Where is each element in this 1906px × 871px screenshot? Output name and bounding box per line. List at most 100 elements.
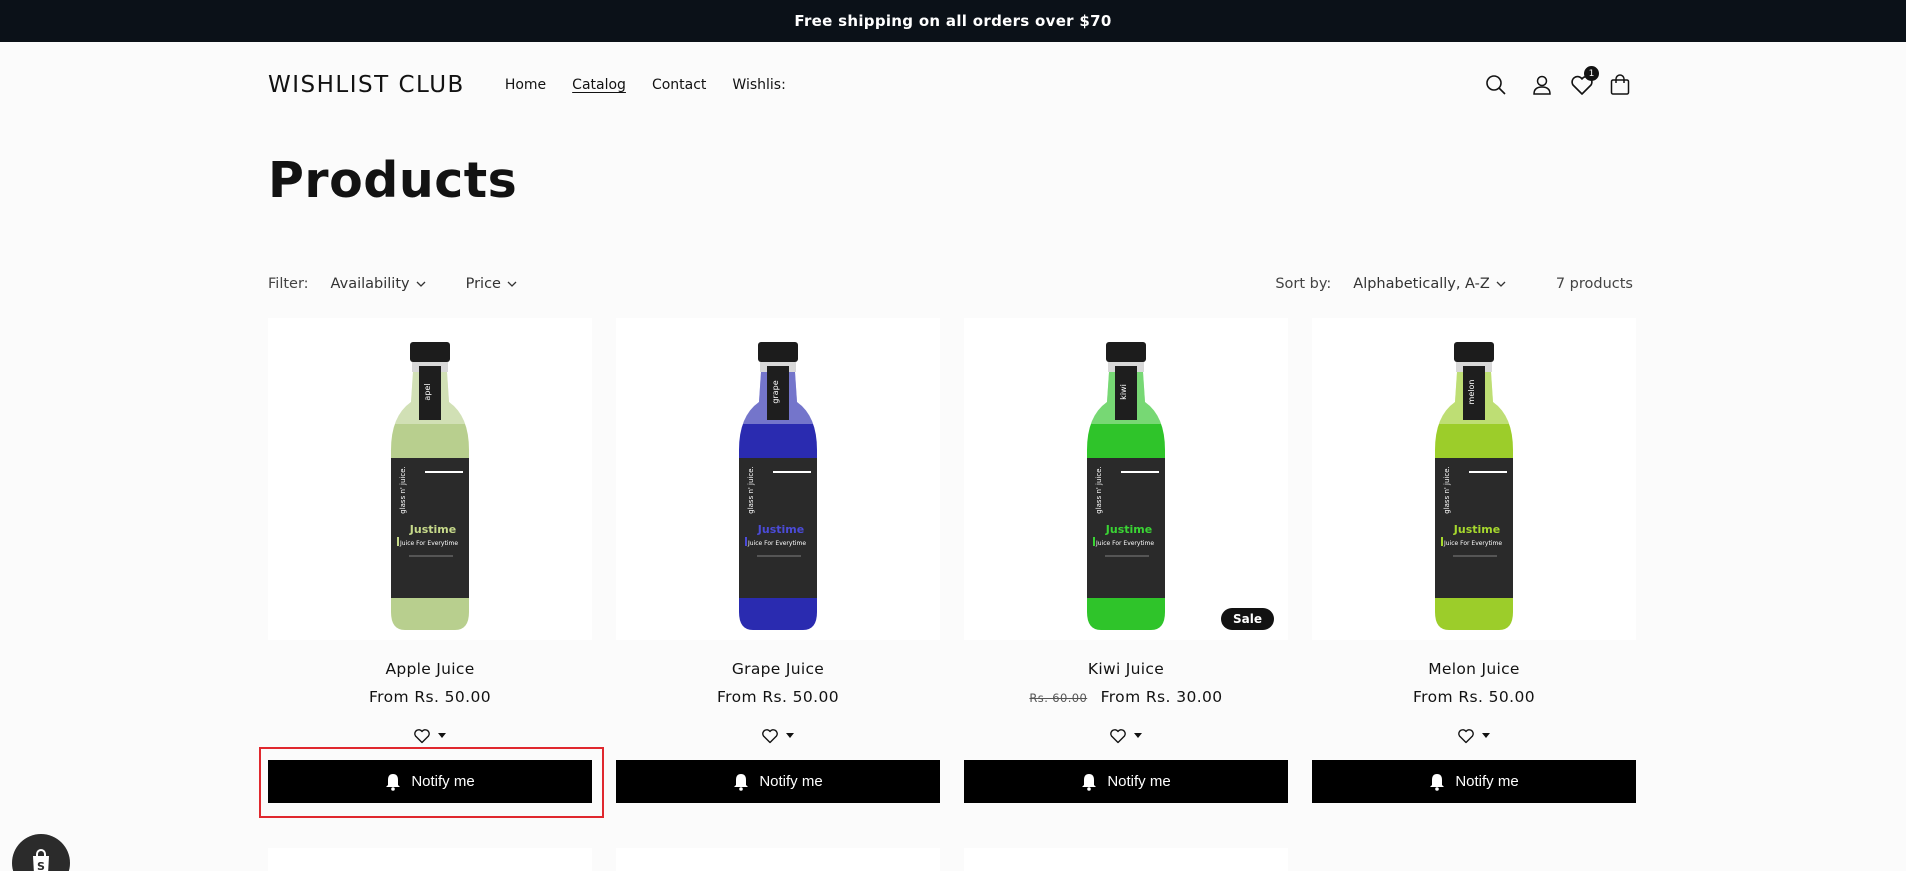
notify-me-label: Notify me bbox=[759, 773, 823, 790]
product-price: From Rs. 50.00 bbox=[268, 688, 592, 706]
wishlist-heart-icon[interactable]: 1 bbox=[1569, 66, 1599, 98]
svg-text:Juice For Everytime: Juice For Everytime bbox=[1095, 540, 1154, 547]
heart-icon[interactable] bbox=[1457, 728, 1475, 744]
product-price: From Rs. 50.00 bbox=[616, 688, 940, 706]
product-card[interactable]: apel glass n' juice. Justime Juice For E… bbox=[268, 318, 592, 803]
svg-text:Justime: Justime bbox=[1453, 523, 1500, 536]
product-name[interactable]: Apple Juice bbox=[268, 660, 592, 678]
sort-select[interactable]: Alphabetically, A-Z bbox=[1353, 276, 1506, 292]
juice-bottle-image: apel glass n' juice. Justime Juice For E… bbox=[391, 342, 469, 630]
sale-price: From Rs. 50.00 bbox=[1412, 688, 1535, 706]
product-card-partial[interactable] bbox=[964, 848, 1288, 871]
wishlist-control[interactable] bbox=[1312, 726, 1636, 746]
svg-text:S: S bbox=[37, 860, 45, 871]
availability-filter[interactable]: Availability bbox=[331, 276, 426, 292]
notify-me-button[interactable]: Notify me bbox=[616, 760, 940, 803]
product-image[interactable]: melon glass n' juice. Justime Juice For … bbox=[1312, 318, 1636, 640]
juice-bottle-image: melon glass n' juice. Justime Juice For … bbox=[1435, 342, 1513, 630]
compare-at-price: Rs. 60.00 bbox=[1029, 691, 1088, 705]
product-card-partial[interactable] bbox=[268, 848, 592, 871]
svg-text:Juice For Everytime: Juice For Everytime bbox=[399, 540, 458, 547]
svg-text:glass n' juice.: glass n' juice. bbox=[1095, 466, 1103, 514]
product-name[interactable]: Kiwi Juice bbox=[964, 660, 1288, 678]
svg-text:glass n' juice.: glass n' juice. bbox=[399, 466, 407, 514]
nav-catalog[interactable]: Catalog bbox=[572, 77, 626, 93]
product-card[interactable]: melon glass n' juice. Justime Juice For … bbox=[1312, 318, 1636, 803]
shopify-bag-icon[interactable]: S bbox=[12, 834, 70, 871]
account-icon[interactable] bbox=[1529, 72, 1555, 98]
page-title: Products bbox=[268, 152, 518, 209]
filter-bar: Filter: Availability Price Sort by: Alph… bbox=[268, 272, 1633, 296]
price-filter[interactable]: Price bbox=[466, 276, 517, 292]
sale-price: From Rs. 50.00 bbox=[368, 688, 491, 706]
svg-text:apel: apel bbox=[423, 383, 432, 400]
sale-badge: Sale bbox=[1221, 608, 1274, 630]
store-logo[interactable]: WISHLIST CLUB bbox=[268, 72, 465, 98]
caret-down-icon[interactable] bbox=[1133, 732, 1143, 740]
svg-text:melon: melon bbox=[1467, 380, 1476, 405]
product-row-2 bbox=[268, 848, 1288, 871]
price-filter-label: Price bbox=[465, 276, 501, 292]
sort-label: Sort by: bbox=[1275, 276, 1332, 292]
announcement-text: Free shipping on all orders over $70 bbox=[794, 12, 1112, 30]
caret-down-icon[interactable] bbox=[437, 732, 447, 740]
juice-bottle-image: grape glass n' juice. Justime Juice For … bbox=[739, 342, 817, 630]
product-card[interactable]: grape glass n' juice. Justime Juice For … bbox=[616, 318, 940, 803]
chevron-down-icon bbox=[1496, 281, 1506, 287]
heart-icon[interactable] bbox=[1109, 728, 1127, 744]
svg-text:glass n' juice.: glass n' juice. bbox=[1443, 466, 1451, 514]
sort-group: Sort by: Alphabetically, A-Z 7 products bbox=[1275, 276, 1633, 292]
caret-down-icon[interactable] bbox=[785, 732, 795, 740]
filter-label: Filter: bbox=[268, 276, 309, 292]
sale-price: From Rs. 30.00 bbox=[1100, 688, 1223, 706]
product-image[interactable]: kiwi glass n' juice. Justime Juice For E… bbox=[964, 318, 1288, 640]
svg-text:Justime: Justime bbox=[409, 523, 456, 536]
nav-wishlist[interactable]: Wishlis: bbox=[732, 77, 785, 93]
announcement-bar: Free shipping on all orders over $70 bbox=[0, 0, 1906, 42]
notify-me-button[interactable]: Notify me bbox=[1312, 760, 1636, 803]
nav-contact[interactable]: Contact bbox=[652, 77, 706, 93]
chevron-down-icon bbox=[416, 281, 426, 287]
main-nav: Home Catalog Contact Wishlis: bbox=[505, 77, 786, 93]
svg-text:glass n' juice.: glass n' juice. bbox=[747, 466, 755, 514]
nav-home[interactable]: Home bbox=[505, 77, 546, 93]
sort-value: Alphabetically, A-Z bbox=[1353, 276, 1490, 292]
product-card[interactable]: kiwi glass n' juice. Justime Juice For E… bbox=[964, 318, 1288, 803]
product-image[interactable]: apel glass n' juice. Justime Juice For E… bbox=[268, 318, 592, 640]
site-header: WISHLIST CLUB Home Catalog Contact Wishl… bbox=[268, 42, 1633, 128]
svg-text:Justime: Justime bbox=[1105, 523, 1152, 536]
product-price: Rs. 60.00 From Rs. 30.00 bbox=[964, 688, 1288, 706]
svg-text:Juice For Everytime: Juice For Everytime bbox=[1443, 540, 1502, 547]
availability-filter-label: Availability bbox=[330, 276, 410, 292]
svg-text:Juice For Everytime: Juice For Everytime bbox=[747, 540, 806, 547]
bell-icon bbox=[1082, 773, 1097, 791]
header-icons: 1 bbox=[1483, 66, 1633, 98]
svg-text:grape: grape bbox=[771, 380, 780, 403]
heart-icon[interactable] bbox=[761, 728, 779, 744]
product-name[interactable]: Grape Juice bbox=[616, 660, 940, 678]
notify-me-button[interactable]: Notify me bbox=[964, 760, 1288, 803]
notify-me-label: Notify me bbox=[1455, 773, 1519, 790]
product-price: From Rs. 50.00 bbox=[1312, 688, 1636, 706]
wishlist-control[interactable] bbox=[268, 726, 592, 746]
juice-bottle-image: kiwi glass n' juice. Justime Juice For E… bbox=[1087, 342, 1165, 630]
wishlist-control[interactable] bbox=[964, 726, 1288, 746]
caret-down-icon[interactable] bbox=[1481, 732, 1491, 740]
heart-icon[interactable] bbox=[413, 728, 431, 744]
product-name[interactable]: Melon Juice bbox=[1312, 660, 1636, 678]
product-grid: apel glass n' juice. Justime Juice For E… bbox=[268, 318, 1636, 803]
wishlist-control[interactable] bbox=[616, 726, 940, 746]
product-image[interactable]: grape glass n' juice. Justime Juice For … bbox=[616, 318, 940, 640]
product-count: 7 products bbox=[1555, 276, 1633, 292]
wishlist-count-badge: 1 bbox=[1584, 66, 1599, 81]
sale-price: From Rs. 50.00 bbox=[716, 688, 839, 706]
svg-text:Justime: Justime bbox=[757, 523, 804, 536]
highlight-box bbox=[259, 747, 604, 818]
bell-icon bbox=[734, 773, 749, 791]
search-icon[interactable] bbox=[1483, 72, 1509, 98]
bell-icon bbox=[1430, 773, 1445, 791]
chevron-down-icon bbox=[507, 281, 517, 287]
cart-icon[interactable] bbox=[1607, 72, 1633, 98]
notify-me-label: Notify me bbox=[1107, 773, 1171, 790]
product-card-partial[interactable] bbox=[616, 848, 940, 871]
